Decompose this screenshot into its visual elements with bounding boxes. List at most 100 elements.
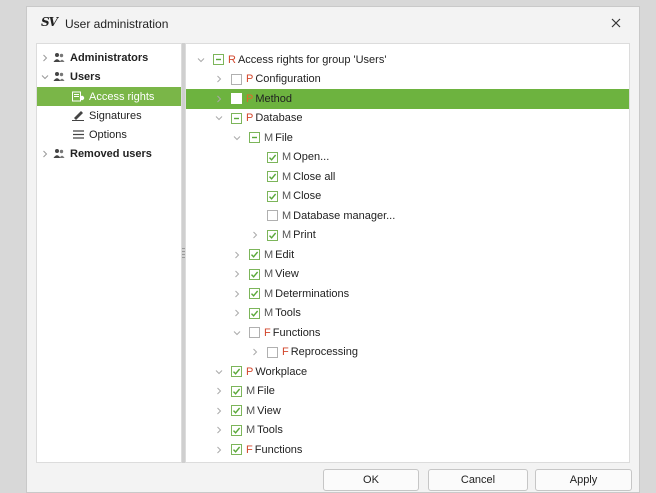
chevron-down-icon[interactable] [40, 72, 50, 82]
cancel-button[interactable]: Cancel [428, 469, 528, 491]
node-label: Method [255, 92, 293, 105]
tree-node-signatures[interactable]: Signatures [37, 106, 181, 125]
permission-checkbox[interactable] [231, 444, 242, 456]
node-type-prefix: M [282, 151, 292, 164]
access-tree-node[interactable]: P Workplace [186, 362, 629, 382]
chevron-placeholder [250, 211, 260, 221]
permission-checkbox[interactable] [213, 54, 224, 66]
access-tree-node[interactable]: M View [186, 265, 629, 285]
permission-checkbox[interactable] [249, 249, 260, 261]
permission-checkbox[interactable] [231, 405, 242, 417]
user-group-icon [52, 148, 66, 160]
chevron-right-icon[interactable] [214, 406, 224, 416]
permission-checkbox[interactable] [267, 346, 278, 358]
access-tree-node[interactable]: R Access rights for group 'Users' [186, 50, 629, 70]
access-tree-node[interactable]: M Tools [186, 421, 629, 441]
chevron-right-icon[interactable] [40, 53, 50, 63]
permission-checkbox[interactable] [267, 151, 278, 163]
access-rights-icon [71, 91, 85, 103]
permission-checkbox[interactable] [231, 112, 242, 124]
node-label: View [257, 404, 281, 417]
node-type-prefix: F [246, 443, 253, 456]
chevron-right-icon[interactable] [214, 94, 224, 104]
node-label: File [257, 385, 275, 398]
tree-node-label: Administrators [70, 51, 149, 64]
window-title: User administration [65, 17, 169, 31]
access-tree-node[interactable]: F Reprocessing [186, 343, 629, 363]
access-tree-node[interactable]: M Database manager... [186, 206, 629, 226]
permission-checkbox[interactable] [231, 424, 242, 436]
permission-checkbox[interactable] [249, 268, 260, 280]
permission-checkbox[interactable] [249, 327, 260, 339]
tree-node-label: Access rights [89, 90, 155, 103]
chevron-right-icon[interactable] [214, 386, 224, 396]
chevron-right-icon[interactable] [250, 230, 260, 240]
access-tree-node[interactable]: M Open... [186, 148, 629, 168]
node-label: View [275, 268, 299, 281]
access-tree-node[interactable]: F Functions [186, 323, 629, 343]
ok-button[interactable]: OK [323, 469, 419, 491]
node-type-prefix: M [246, 404, 256, 417]
tree-node-removed-users[interactable]: Removed users [37, 144, 181, 163]
chevron-down-icon[interactable] [214, 113, 224, 123]
access-tree-node[interactable]: M Determinations [186, 284, 629, 304]
node-type-prefix: M [246, 424, 256, 437]
chevron-right-icon[interactable] [214, 74, 224, 84]
chevron-right-icon[interactable] [232, 250, 242, 260]
permission-checkbox[interactable] [249, 307, 260, 319]
permission-checkbox[interactable] [231, 73, 242, 85]
node-type-prefix: P [246, 73, 254, 86]
apply-button[interactable]: Apply [535, 469, 632, 491]
permission-checkbox[interactable] [231, 385, 242, 397]
node-type-prefix: R [228, 53, 236, 66]
access-tree-node[interactable]: M File [186, 128, 629, 148]
access-tree-node[interactable]: P Database [186, 109, 629, 129]
access-tree-node[interactable]: F Functions [186, 440, 629, 460]
tree-node-label: Signatures [89, 109, 142, 122]
access-tree-node[interactable]: P Method [186, 89, 629, 109]
access-tree-node[interactable]: P Configuration [186, 70, 629, 90]
chevron-right-icon[interactable] [214, 445, 224, 455]
permission-checkbox[interactable] [231, 93, 242, 105]
access-tree-node[interactable]: M Edit [186, 245, 629, 265]
chevron-down-icon[interactable] [214, 367, 224, 377]
access-tree-node[interactable]: M Close all [186, 167, 629, 187]
chevron-down-icon[interactable] [196, 55, 206, 65]
permission-checkbox[interactable] [231, 366, 242, 378]
tree-node-access-rights[interactable]: Access rights [37, 87, 181, 106]
access-tree-node[interactable]: M View [186, 401, 629, 421]
node-type-prefix: M [282, 229, 292, 242]
title-bar: SV User administration [27, 7, 639, 39]
node-type-prefix: M [264, 268, 274, 281]
user-administration-dialog: SV User administration Administrators Us… [26, 6, 640, 493]
chevron-right-icon[interactable] [40, 149, 50, 159]
permission-checkbox[interactable] [249, 132, 260, 144]
tree-node-administrators[interactable]: Administrators [37, 48, 181, 67]
access-tree-node[interactable]: M Print [186, 226, 629, 246]
tree-node-label: Users [70, 70, 101, 83]
access-tree-node[interactable]: M File [186, 382, 629, 402]
tree-node-options[interactable]: Options [37, 125, 181, 144]
chevron-down-icon[interactable] [232, 328, 242, 338]
close-button[interactable] [603, 11, 629, 35]
node-type-prefix: M [264, 131, 274, 144]
chevron-down-icon[interactable] [232, 133, 242, 143]
permission-checkbox[interactable] [267, 229, 278, 241]
chevron-right-icon[interactable] [232, 308, 242, 318]
access-tree-node[interactable]: M Close [186, 187, 629, 207]
node-label: File [275, 131, 293, 144]
chevron-right-icon[interactable] [250, 347, 260, 357]
options-list-icon [71, 129, 85, 141]
access-tree-node[interactable]: M Tools [186, 304, 629, 324]
permission-checkbox[interactable] [267, 171, 278, 183]
permission-checkbox[interactable] [249, 288, 260, 300]
permission-checkbox[interactable] [267, 190, 278, 202]
chevron-right-icon[interactable] [214, 425, 224, 435]
node-type-prefix: P [246, 365, 254, 378]
node-type-prefix: F [264, 326, 271, 339]
chevron-right-icon[interactable] [232, 269, 242, 279]
chevron-right-icon[interactable] [232, 289, 242, 299]
chevron-placeholder [250, 152, 260, 162]
tree-node-users[interactable]: Users [37, 67, 181, 86]
permission-checkbox[interactable] [267, 210, 278, 222]
